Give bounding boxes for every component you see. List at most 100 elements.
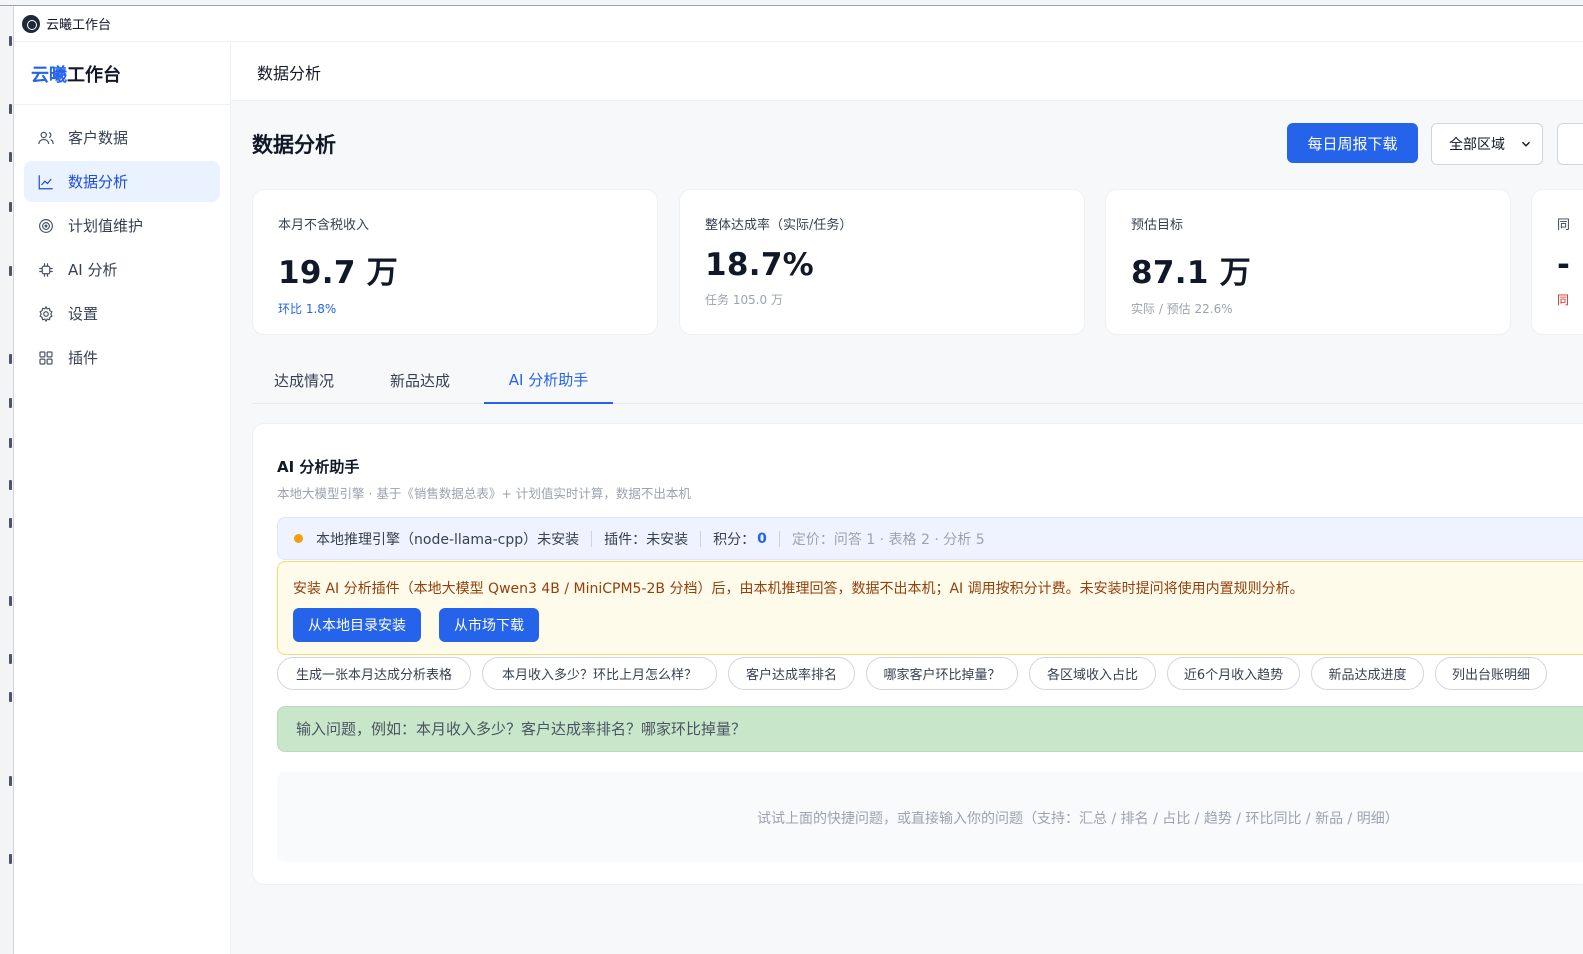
topbar-title: 数据分析	[257, 63, 322, 83]
secondary-select[interactable]	[1557, 123, 1583, 165]
kpi-sub: 同	[1557, 293, 1570, 307]
chip-icon	[37, 261, 55, 279]
sidebar-item-plugins[interactable]: 插件	[24, 337, 220, 378]
sidebar-item-plan-maintenance[interactable]: 计划值维护	[24, 205, 220, 246]
app-window: 云曦工作台 云曦 工作台 客户数据 数据分析 计划值维护 AI 分析 设置 插件…	[14, 6, 1583, 954]
title-bar[interactable]: 云曦工作台	[14, 6, 1583, 42]
kpi-label: 整体达成率（实际/任务）	[705, 218, 853, 233]
page-header: 数据分析 每日周报下载 全部区域	[252, 123, 1583, 167]
quick-question-chip[interactable]: 新品达成进度	[1311, 657, 1424, 690]
background-glyph	[9, 398, 12, 408]
tab-ai-assistant[interactable]: AI 分析助手	[484, 356, 613, 404]
sidebar-item-label: AI 分析	[68, 261, 118, 279]
background-glyph	[9, 266, 12, 276]
engine-status: 本地推理引擎（node-llama-cpp）未安装	[316, 531, 580, 548]
background-glyph	[9, 518, 12, 528]
quick-question-chip[interactable]: 生成一张本月达成分析表格	[277, 657, 471, 690]
brand-logo[interactable]: 云曦 工作台	[14, 43, 230, 105]
divider	[778, 530, 780, 547]
top-bar: 数据分析	[231, 43, 1583, 101]
tab-bar: 达成情况 新品达成 AI 分析助手	[252, 356, 1583, 404]
users-icon	[37, 129, 55, 147]
kpi-card-yoy: 同 - 同	[1531, 189, 1583, 335]
kpi-value: -	[1557, 247, 1571, 283]
sidebar-item-ai-analysis[interactable]: AI 分析	[24, 249, 220, 290]
sidebar: 云曦 工作台 客户数据 数据分析 计划值维护 AI 分析 设置 插件	[14, 43, 231, 954]
kpi-sub: 环比 1.8%	[278, 302, 337, 316]
gear-icon	[37, 305, 55, 323]
grid-icon	[37, 349, 55, 367]
kpi-label: 本月不含税收入	[278, 218, 370, 233]
page-title: 数据分析	[252, 133, 336, 157]
kpi-value: 18.7%	[705, 247, 815, 283]
background-glyph	[9, 202, 12, 212]
sidebar-item-label: 插件	[68, 349, 99, 367]
background-glyph	[9, 692, 12, 702]
background-glyph	[9, 104, 12, 114]
region-select-value: 全部区域	[1449, 137, 1505, 153]
background-glyph	[9, 480, 12, 490]
download-market-button[interactable]: 从市场下载	[439, 608, 539, 642]
sidebar-item-label: 数据分析	[68, 173, 129, 191]
question-input[interactable]	[277, 706, 1583, 752]
sidebar-nav: 客户数据 数据分析 计划值维护 AI 分析 设置 插件	[14, 105, 230, 393]
pricing-info: 定价：问答 1 · 表格 2 · 分析 5	[791, 531, 985, 548]
kpi-label: 预估目标	[1131, 218, 1184, 233]
sidebar-item-label: 设置	[68, 305, 99, 323]
notice-text: 安装 AI 分析插件（本地大模型 Qwen3 4B / MiniCPM5-2B …	[293, 581, 1304, 597]
sidebar-item-customer-data[interactable]: 客户数据	[24, 117, 220, 158]
background-glyph	[9, 854, 12, 864]
region-select[interactable]: 全部区域	[1431, 123, 1543, 165]
background-glyph	[9, 438, 12, 448]
background-glyph	[9, 776, 12, 786]
background-glyph	[9, 152, 12, 162]
app-logo-icon	[22, 14, 40, 33]
quick-question-chip[interactable]: 近6个月收入趋势	[1167, 657, 1300, 690]
kpi-label: 同	[1557, 218, 1571, 233]
quick-questions: 生成一张本月达成分析表格 本月收入多少？环比上月怎么样？ 客户达成率排名 哪家客…	[277, 657, 1583, 691]
tab-new-product[interactable]: 新品达成	[390, 356, 450, 404]
kpi-sub: 实际 / 预估 22.6%	[1131, 302, 1233, 316]
panel-title: AI 分析助手	[277, 458, 360, 476]
empty-hint: 试试上面的快捷问题，或直接输入你的问题（支持：汇总 / 排名 / 占比 / 趋势…	[757, 811, 1399, 827]
sidebar-item-settings[interactable]: 设置	[24, 293, 220, 334]
kpi-cards: 本月不含税收入 19.7 万 环比 1.8% 整体达成率（实际/任务） 18.7…	[252, 189, 1583, 335]
panel-subtitle: 本地大模型引擎 · 基于《销售数据总表》+ 计划值实时计算，数据不出本机	[277, 486, 691, 501]
weekly-report-download-button[interactable]: 每日周报下载	[1287, 123, 1418, 163]
background-glyph	[9, 654, 12, 664]
kpi-card-forecast-target: 预估目标 87.1 万 实际 / 预估 22.6%	[1105, 189, 1511, 335]
kpi-sub: 任务 105.0 万	[705, 293, 783, 307]
background-glyph	[9, 596, 12, 606]
kpi-card-revenue: 本月不含税收入 19.7 万 环比 1.8%	[252, 189, 658, 335]
kpi-value: 87.1 万	[1131, 255, 1252, 291]
plugin-status: 插件：未安装	[604, 531, 689, 548]
ai-assistant-panel: AI 分析助手 本地大模型引擎 · 基于《销售数据总表》+ 计划值实时计算，数据…	[252, 423, 1583, 885]
background-window-edge	[0, 6, 14, 954]
main-content: 数据分析 数据分析 每日周报下载 全部区域 本月不含税收入 19.7 万 环比 …	[231, 43, 1583, 954]
quick-question-chip[interactable]: 各区域收入占比	[1029, 657, 1156, 690]
brand-name: 工作台	[67, 64, 121, 86]
chevron-down-icon	[1522, 141, 1530, 147]
line-chart-icon	[37, 173, 55, 191]
quick-question-chip[interactable]: 客户达成率排名	[728, 657, 855, 690]
sidebar-item-label: 计划值维护	[68, 217, 144, 235]
tab-achievement[interactable]: 达成情况	[274, 356, 334, 404]
sidebar-item-label: 客户数据	[68, 129, 129, 147]
install-local-button[interactable]: 从本地目录安装	[293, 608, 421, 642]
quick-question-chip[interactable]: 本月收入多少？环比上月怎么样？	[482, 657, 717, 690]
points-label: 积分：	[713, 531, 756, 548]
background-glyph	[9, 354, 12, 364]
answer-area: 试试上面的快捷问题，或直接输入你的问题（支持：汇总 / 排名 / 占比 / 趋势…	[277, 772, 1583, 862]
points-value: 0	[757, 530, 767, 547]
engine-status-bar: 本地推理引擎（node-llama-cpp）未安装 插件：未安装 积分： 0 定…	[277, 517, 1583, 560]
quick-question-chip[interactable]: 列出台账明细	[1435, 657, 1547, 690]
quick-question-chip[interactable]: 哪家客户环比掉量？	[866, 657, 1018, 690]
plugin-install-notice: 安装 AI 分析插件（本地大模型 Qwen3 4B / MiniCPM5-2B …	[277, 561, 1583, 655]
divider	[591, 530, 593, 547]
kpi-card-achievement-rate: 整体达成率（实际/任务） 18.7% 任务 105.0 万	[679, 189, 1085, 335]
status-dot-icon	[294, 534, 303, 543]
window-title: 云曦工作台	[46, 18, 112, 33]
sidebar-item-data-analysis[interactable]: 数据分析	[24, 161, 220, 202]
target-icon	[37, 217, 55, 235]
divider	[700, 530, 702, 547]
